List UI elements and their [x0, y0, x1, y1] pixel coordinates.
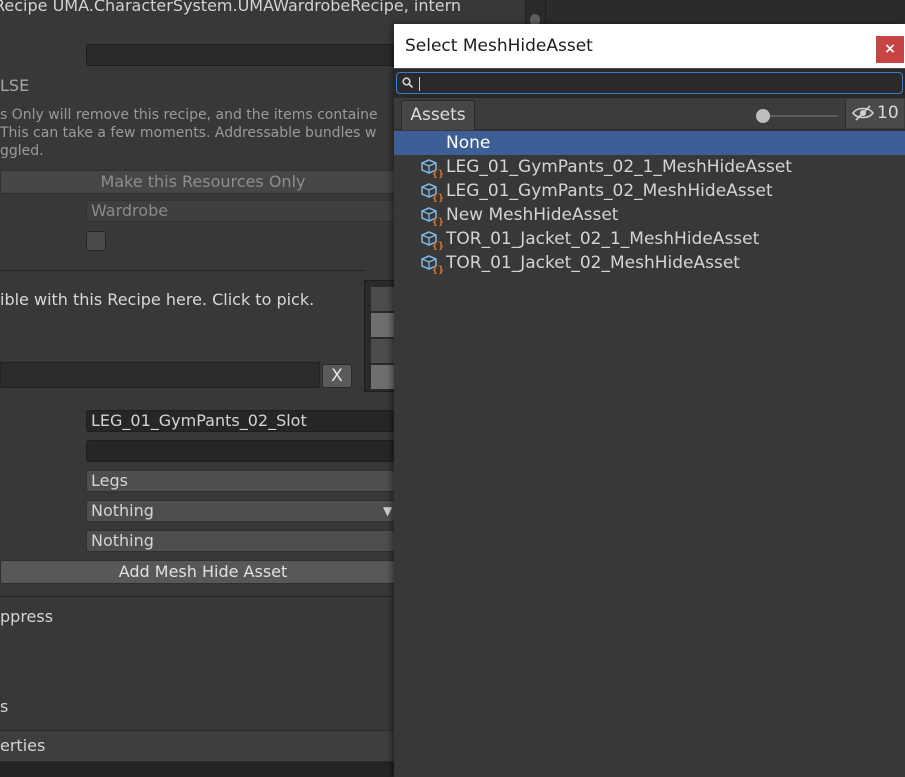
dropdown-arrow-icon: ▼	[383, 504, 393, 518]
s-label[interactable]: s	[0, 697, 8, 716]
info-line-1: s Only will remove this recipe, and the …	[0, 107, 378, 123]
list-item[interactable]: {} TOR_01_Jacket_02_MeshHideAsset	[394, 251, 905, 275]
tab-assets[interactable]: Assets	[401, 100, 475, 130]
scriptable-object-icon: {}	[421, 183, 443, 202]
list-item[interactable]: {} New MeshHideAsset	[394, 203, 905, 227]
svg-text:{}: {}	[432, 265, 443, 274]
toggle-checkbox[interactable]	[86, 231, 106, 251]
search-input[interactable]	[396, 72, 903, 94]
asset-list: None{} LEG_01_GymPants_02_1_MeshHideAsset…	[394, 131, 905, 275]
right-panel-strip	[545, 0, 905, 24]
list-item-label: TOR_01_Jacket_02_MeshHideAsset	[446, 253, 740, 273]
nothing-field[interactable]: Nothing	[86, 530, 406, 552]
list-item[interactable]: {} TOR_01_Jacket_02_1_MeshHideAsset	[394, 227, 905, 251]
svg-text:{}: {}	[432, 169, 443, 178]
info-line-2: This can take a few moments. Addressable…	[0, 125, 377, 141]
scriptable-object-icon: {}	[421, 255, 443, 274]
properties-foldout[interactable]: erties	[0, 730, 406, 762]
properties-label: erties	[0, 736, 46, 755]
list-item[interactable]: {} LEG_01_GymPants_02_1_MeshHideAsset	[394, 155, 905, 179]
add-mesh-hide-asset-button[interactable]: Add Mesh Hide Asset	[0, 560, 406, 584]
clear-button[interactable]: X	[322, 364, 352, 388]
list-item-label: TOR_01_Jacket_02_1_MeshHideAsset	[446, 229, 760, 249]
hidden-assets-toggle[interactable]: 10	[845, 99, 904, 128]
inspector-title: Recipe UMA.CharacterSystem.UMAWardrobeRe…	[0, 0, 462, 15]
nothing-dropdown[interactable]: Nothing ▼	[86, 500, 406, 522]
color-preview-strip	[364, 280, 397, 392]
scriptable-object-icon: {}	[421, 159, 443, 178]
list-item-label: New MeshHideAsset	[446, 205, 619, 225]
empty-field-top[interactable]	[86, 44, 406, 66]
search-row	[394, 68, 905, 98]
eye-hidden-icon	[852, 105, 874, 121]
scriptable-object-icon: {}	[421, 231, 443, 250]
object-picker-window: Select MeshHideAsset × Assets 10 None{} L…	[394, 24, 905, 777]
empty-field[interactable]	[86, 440, 406, 462]
close-button[interactable]: ×	[876, 36, 904, 63]
compatible-recipe-text[interactable]: ible with this Recipe here. Click to pic…	[0, 290, 314, 309]
svg-text:{}: {}	[432, 241, 443, 250]
zoom-slider-handle[interactable]	[756, 109, 770, 123]
list-item-selected[interactable]: None	[394, 131, 905, 155]
wardrobe-field[interactable]: Wardrobe	[86, 200, 406, 222]
info-line-3: ggled.	[0, 143, 44, 159]
picker-title: Select MeshHideAsset	[405, 36, 593, 56]
svg-text:{}: {}	[432, 217, 443, 226]
false-label: LSE	[0, 76, 30, 95]
svg-text:{}: {}	[432, 193, 443, 202]
zoom-slider[interactable]	[764, 115, 838, 117]
hidden-count: 10	[877, 103, 899, 123]
make-resources-only-button[interactable]: Make this Resources Only	[0, 170, 406, 194]
separator-2	[0, 596, 406, 597]
list-item[interactable]: {} LEG_01_GymPants_02_MeshHideAsset	[394, 179, 905, 203]
scriptable-object-icon: {}	[421, 207, 443, 226]
list-item-label: LEG_01_GymPants_02_MeshHideAsset	[446, 181, 773, 201]
list-item-label: LEG_01_GymPants_02_1_MeshHideAsset	[446, 157, 792, 177]
text-caret	[419, 77, 420, 91]
search-icon	[402, 77, 414, 89]
pick-field[interactable]	[0, 362, 320, 388]
suppress-label[interactable]: ppress	[0, 607, 53, 626]
separator	[0, 270, 366, 271]
slot-field[interactable]: LEG_01_GymPants_02_Slot	[86, 410, 406, 432]
list-item-label: None	[446, 133, 491, 153]
inspector-bottom-bar	[0, 762, 406, 777]
picker-tabbar: Assets 10	[394, 98, 905, 130]
legs-field[interactable]: Legs	[86, 470, 406, 492]
picker-titlebar: Select MeshHideAsset ×	[394, 24, 905, 68]
nothing-dropdown-label: Nothing	[91, 501, 154, 520]
